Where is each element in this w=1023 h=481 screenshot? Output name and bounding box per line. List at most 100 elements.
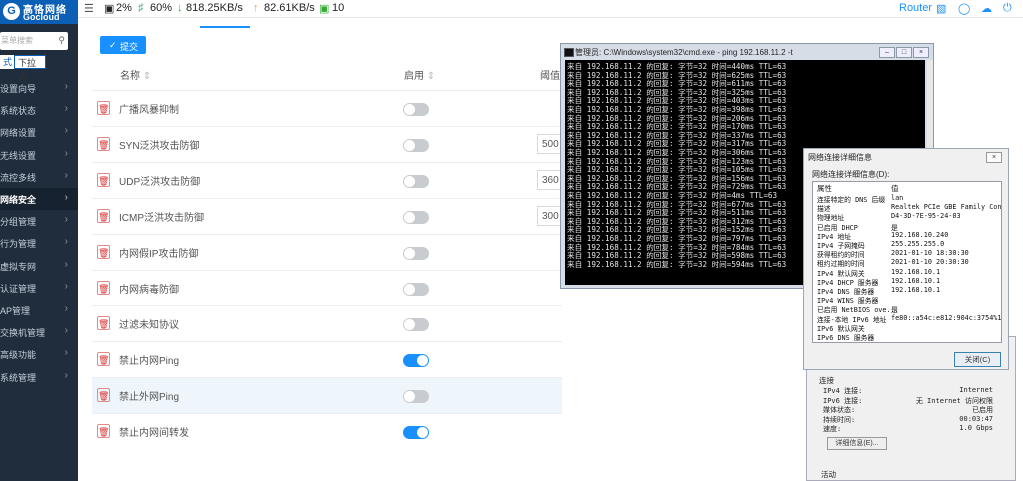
chevron-right-icon: › [64, 347, 68, 359]
chevron-right-icon: › [64, 103, 68, 115]
chevron-right-icon: › [64, 169, 68, 181]
threshold-input[interactable]: 360 [537, 169, 562, 190]
toggle-knob [404, 175, 415, 187]
router-label[interactable]: Router [899, 2, 932, 14]
sidebar-item[interactable]: 系统管理 › [0, 366, 78, 388]
sidebar-item-label: 系统管理 [0, 372, 37, 383]
enable-toggle[interactable] [403, 210, 429, 224]
sidebar-item[interactable]: AP管理 › [0, 299, 78, 321]
sidebar-item[interactable]: 高级功能 › [0, 343, 78, 365]
sidebar-item[interactable]: 分组管理 › [0, 210, 78, 232]
logo-en: Gocloud [23, 12, 60, 22]
cmd-app-icon [564, 48, 574, 57]
chevron-right-icon: › [64, 258, 68, 270]
minimize-button[interactable]: – [879, 47, 895, 58]
toggle-knob [404, 319, 415, 331]
enable-toggle[interactable] [403, 103, 429, 116]
sidebar-item[interactable]: 设置向导 › [0, 77, 78, 99]
sidebar-item[interactable]: 网络安全 › [0, 188, 78, 210]
delete-icon[interactable]: 🗑 [97, 208, 110, 223]
activity-section-title: 活动 [821, 470, 836, 479]
network-details-dialog[interactable]: 网络连接详细信息 × 网络连接详细信息(D): 属性 值 连接特定的 DNS 后… [803, 148, 1009, 370]
column-header-value: 值 [891, 184, 899, 193]
rule-name: ICMP泛洪攻击防御 [119, 212, 204, 224]
sidebar-item[interactable]: 虚拟专网 › [0, 255, 78, 277]
status-label: 媒体状态: [823, 406, 856, 414]
close-button[interactable]: 关闭(C) [954, 352, 1001, 367]
table-row: 🗑 内网病毒防御 [92, 269, 562, 307]
toggle-knob [404, 283, 415, 295]
menu-search-input[interactable]: 菜单搜索 ⚲ [0, 32, 68, 50]
sidebar-item-label: 网络设置 [0, 128, 37, 139]
delete-icon[interactable]: 🗑 [97, 388, 110, 403]
sidebar-item-label: 流控多线 [0, 172, 37, 183]
delete-icon[interactable]: 🗑 [97, 424, 110, 439]
rule-name: 内网假IP攻击防御 [119, 248, 199, 260]
close-button[interactable]: × [913, 47, 929, 58]
rule-name: 过滤未知协议 [119, 320, 179, 332]
detail-value: 192.168.10.1 [891, 276, 941, 285]
cloud-icon[interactable]: ☁ [981, 2, 992, 15]
toggle-knob [404, 104, 415, 115]
sidebar-item[interactable]: 认证管理 › [0, 277, 78, 299]
delete-icon[interactable]: 🗑 [97, 172, 110, 187]
chevron-right-icon: › [64, 81, 68, 92]
submit-button[interactable]: ✓ 提交 [100, 36, 146, 54]
globe-icon[interactable]: ◯ [958, 2, 970, 15]
menu-toggle-icon[interactable]: ☰ [84, 2, 94, 15]
sidebar-item[interactable]: 系统状态 › [0, 99, 78, 121]
detail-property: IPv6 DNS 服务器 [817, 334, 875, 342]
rule-name: 禁止外网Ping [119, 392, 180, 404]
delete-icon[interactable]: 🗑 [97, 280, 110, 295]
cmd-output-line: 来自 192.168.11.2 的回复: 字节=32 时间=594ms TTL=… [567, 259, 787, 269]
status-value: 1.0 Gbps [959, 424, 993, 432]
power-icon[interactable]: ⏻ [1003, 2, 1012, 15]
column-header-name[interactable]: 名称 ⇕ [120, 67, 151, 87]
enable-toggle[interactable] [403, 174, 429, 188]
download-arrow-icon: ↓ [177, 2, 183, 14]
table-row: 🗑 ICMP泛洪攻击防御 300 [92, 197, 562, 235]
enable-toggle[interactable] [403, 390, 429, 404]
sidebar-item-label: 认证管理 [0, 283, 37, 294]
threshold-input[interactable]: 500 [537, 133, 562, 154]
sidebar-item[interactable]: 行为管理 › [0, 232, 78, 254]
enable-toggle[interactable] [403, 426, 429, 440]
delete-icon[interactable]: 🗑 [97, 352, 110, 367]
sidebar-item[interactable]: 流控多线 › [0, 166, 78, 188]
shirt-icon[interactable]: ▧ [936, 2, 946, 15]
delete-icon[interactable]: 🗑 [97, 244, 110, 259]
sidebar-item[interactable]: 网络设置 › [0, 121, 78, 143]
threshold-input[interactable]: 300 [537, 205, 562, 226]
delete-icon[interactable]: 🗑 [97, 101, 110, 115]
close-icon[interactable]: × [986, 152, 1002, 163]
column-header-enabled[interactable]: 启用 ⇕ [404, 67, 435, 87]
detail-value: 192.168.10.1 [891, 267, 941, 276]
memory-icon: ♯ [138, 2, 144, 14]
enable-toggle[interactable] [403, 138, 429, 152]
upload-speed: 82.61KB/s [264, 2, 315, 14]
detail-value: 2021-01-10 20:30:30 [891, 258, 969, 267]
chevron-right-icon: › [64, 369, 68, 381]
mode-tab-dropdown[interactable]: 下拉式 [14, 55, 46, 82]
maximize-button[interactable]: □ [896, 47, 912, 58]
delete-icon[interactable]: 🗑 [97, 316, 110, 331]
details-list[interactable]: 属性 值 连接特定的 DNS 后缀 lan 描述 Realtek PCIe GBE F… [812, 181, 1002, 343]
sidebar-item-label: 无线设置 [0, 150, 37, 161]
active-tab-indicator [200, 26, 250, 28]
enable-toggle[interactable] [403, 354, 429, 368]
sidebar-item[interactable]: 无线设置 › [0, 144, 78, 166]
enable-toggle[interactable] [403, 246, 429, 260]
status-label: 速度: [823, 425, 842, 433]
details-button[interactable]: 详细信息(E)... [827, 437, 887, 450]
cpu-usage: 2% [116, 2, 132, 14]
detail-value: Realtek PCIe GBE Family Contro [891, 203, 1002, 212]
search-icon[interactable]: ⚲ [58, 35, 65, 46]
delete-icon[interactable]: 🗑 [97, 136, 110, 151]
status-label: 持续时间: [823, 415, 856, 424]
toggle-knob [404, 211, 415, 223]
cmd-window-title: 管理员: C:\Windows\system32\cmd.exe - ping … [575, 48, 793, 57]
enable-toggle[interactable] [403, 282, 429, 296]
enable-toggle[interactable] [403, 318, 429, 332]
top-bar: ☰ ▣ 2% ♯ 60% ↓ 818.25KB/s ↑ 82.61KB/s ▣ … [78, 0, 1023, 18]
sidebar-item[interactable]: 交换机管理 › [0, 321, 78, 343]
